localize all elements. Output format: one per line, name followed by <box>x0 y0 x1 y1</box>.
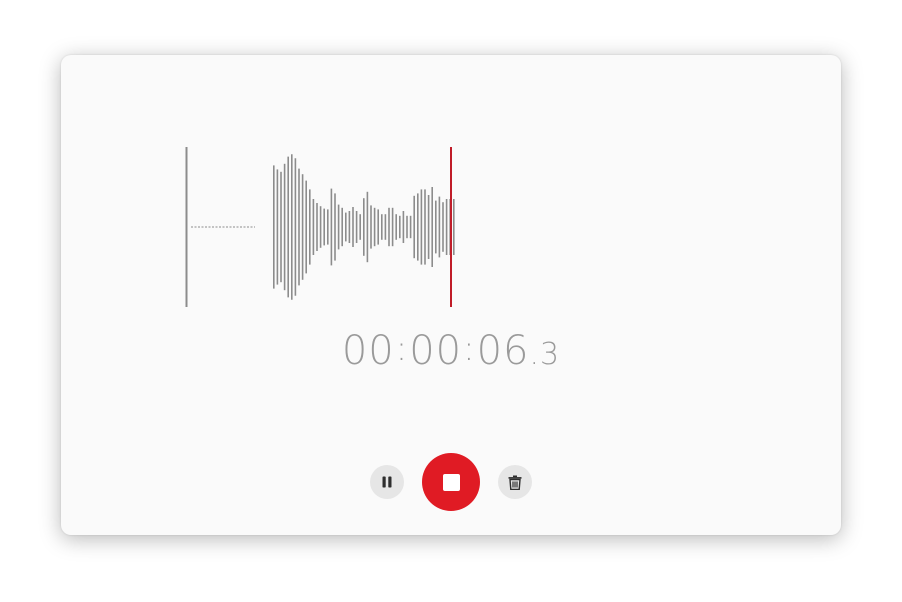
recorder-window: 00:00:06.3 <box>61 55 841 535</box>
timer-separator: : <box>463 329 476 369</box>
delete-button[interactable] <box>498 465 532 499</box>
trash-icon <box>508 475 522 490</box>
timer-tenths: 3 <box>540 337 561 372</box>
timer-minutes: 00 <box>409 328 463 374</box>
pause-button[interactable] <box>370 465 404 499</box>
timer-seconds: 06 <box>476 328 530 374</box>
recording-timer: 00:00:06.3 <box>61 328 841 374</box>
waveform-view <box>185 147 455 307</box>
timer-hours: 00 <box>341 328 395 374</box>
stop-button[interactable] <box>422 453 480 511</box>
recording-controls <box>61 453 841 511</box>
timer-separator: : <box>395 329 409 369</box>
stop-icon <box>442 473 460 491</box>
waveform-bars <box>273 154 455 300</box>
timer-decimal: . <box>529 337 541 372</box>
pause-icon <box>382 476 392 488</box>
